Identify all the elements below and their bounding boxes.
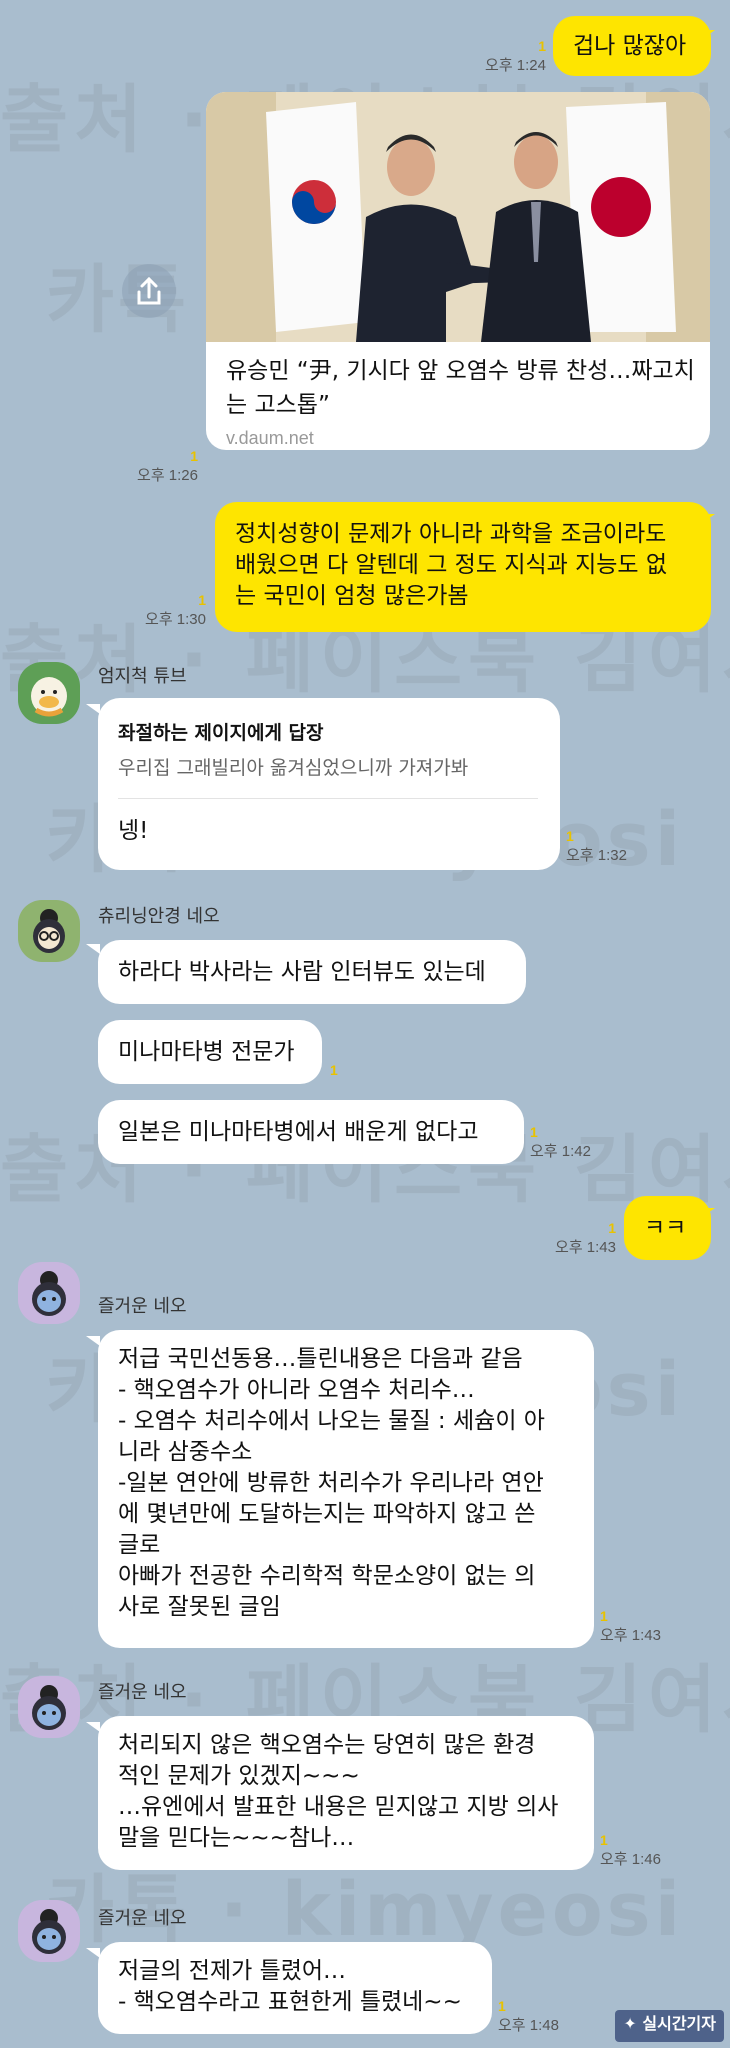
other-message-bubble[interactable]: 하라다 박사라는 사람 인터뷰도 있는데 xyxy=(98,940,526,1004)
message-line: 말을 믿다는~~~참나… xyxy=(118,1825,355,1851)
message-time: 오후 1:26 xyxy=(137,467,198,484)
message-meta: 1 오후 1:43 xyxy=(530,1220,616,1257)
message-time: 오후 1:48 xyxy=(498,2017,559,2034)
other-message-bubble[interactable]: 미나마타병 전문가 xyxy=(98,1020,322,1084)
unread-count: 1 xyxy=(608,1220,616,1236)
message-time: 오후 1:42 xyxy=(530,1143,591,1160)
message-time: 오후 1:43 xyxy=(555,1239,616,1256)
my-message-bubble[interactable]: 정치성향이 문제가 아니라 과학을 조금이라도 배웠으면 다 알텐데 그 정도 … xyxy=(215,502,711,632)
news-logo: ✦ 실시간기자 xyxy=(615,2010,724,2042)
message-meta: 1 오후 1:46 xyxy=(600,1832,680,1869)
message-meta: 1 오후 1:26 xyxy=(112,448,198,485)
message-line: 처리되지 않은 핵오염수는 당연히 많은 환경 xyxy=(118,1732,536,1758)
other-message-bubble[interactable]: 일본은 미나마타병에서 배운게 없다고 xyxy=(98,1100,524,1164)
unread-count: 1 xyxy=(198,592,206,608)
message-text: 하라다 박사라는 사람 인터뷰도 있는데 xyxy=(118,959,486,985)
news-photo xyxy=(206,92,710,342)
message-line: - 핵오염수가 아니라 오염수 처리수… xyxy=(118,1377,475,1403)
message-line: - 핵오염수라고 표현한게 틀렸네~~ xyxy=(118,1989,462,2015)
unread-count: 1 xyxy=(538,38,546,54)
message-line: …유엔에서 발표한 내용은 믿지않고 지방 의사 xyxy=(118,1794,559,1820)
bubble-tail xyxy=(86,944,100,954)
neo-avatar-icon xyxy=(32,1271,66,1316)
share-icon xyxy=(137,276,161,305)
avatar[interactable] xyxy=(18,900,80,962)
reply-divider xyxy=(118,798,538,799)
bubble-tail xyxy=(701,514,715,524)
message-meta: 1 오후 1:30 xyxy=(114,592,206,629)
avatar[interactable] xyxy=(18,1900,80,1962)
message-text: 넹! xyxy=(118,818,149,844)
sender-name: 엄지척 튜브 xyxy=(98,666,187,687)
unread-count: 1 xyxy=(600,1832,608,1848)
message-text: 일본은 미나마타병에서 배운게 없다고 xyxy=(118,1119,479,1145)
sender-name: 즐거운 네오 xyxy=(98,1682,187,1703)
logo-mark-icon: ✦ xyxy=(623,2014,637,2033)
sender-name: 즐거운 네오 xyxy=(98,1908,187,1929)
neo-avatar-icon xyxy=(32,1685,66,1730)
message-line: 배웠으면 다 알텐데 그 정도 지식과 지능도 없 xyxy=(235,552,668,578)
unread-count: 1 xyxy=(330,1062,338,1078)
message-time: 오후 1:24 xyxy=(485,57,546,74)
message-line: 저급 국민선동용…틀린내용은 다음과 같음 xyxy=(118,1346,523,1372)
message-time: 오후 1:43 xyxy=(600,1627,661,1644)
neo-glasses-avatar-icon xyxy=(33,909,65,953)
message-line: 글로 xyxy=(118,1532,161,1558)
avatar[interactable] xyxy=(18,1262,80,1324)
message-text: ㅋㅋ xyxy=(644,1215,687,1241)
reply-title: 좌절하는 제이지에게 답장 xyxy=(118,722,324,744)
link-domain: v.daum.net xyxy=(226,428,314,448)
avatar[interactable] xyxy=(18,662,80,724)
other-message-bubble[interactable]: 처리되지 않은 핵오염수는 당연히 많은 환경 적인 문제가 있겠지~~~ …유… xyxy=(98,1716,594,1870)
unread-count: 1 xyxy=(498,1998,506,2014)
sender-name: 츄리닝안경 네오 xyxy=(98,906,220,927)
message-line: 니라 삼중수소 xyxy=(118,1439,253,1465)
bubble-tail xyxy=(701,30,715,40)
sender-name: 즐거운 네오 xyxy=(98,1296,187,1317)
message-time: 오후 1:46 xyxy=(600,1851,661,1868)
unread-count: 1 xyxy=(566,828,574,844)
message-text: 겁나 많잖아 xyxy=(573,33,687,59)
tube-avatar-icon xyxy=(31,677,67,717)
message-meta: 1 xyxy=(330,1062,350,1078)
message-meta: 1 오후 1:24 xyxy=(460,38,546,75)
message-time: 오후 1:32 xyxy=(566,847,627,864)
message-line: 사로 잘못된 글임 xyxy=(118,1594,281,1620)
reply-quoted-text: 우리집 그래빌리아 옮겨심었으니까 가져가봐 xyxy=(118,757,469,779)
reply-message-bubble[interactable]: 좌절하는 제이지에게 답장 우리집 그래빌리아 옮겨심었으니까 가져가봐 넹! xyxy=(98,698,560,870)
unread-count: 1 xyxy=(600,1608,608,1624)
bubble-tail xyxy=(86,704,100,714)
message-line: -일본 연안에 방류한 처리수가 우리나라 연안 xyxy=(118,1470,544,1496)
message-line: 는 국민이 엄청 많은가봄 xyxy=(235,583,469,609)
other-message-bubble[interactable]: 저급 국민선동용…틀린내용은 다음과 같음 - 핵오염수가 아니라 오염수 처리… xyxy=(98,1330,594,1648)
avatar[interactable] xyxy=(18,1676,80,1738)
message-line: 저글의 전제가 틀렸어… xyxy=(118,1958,347,1984)
share-button[interactable] xyxy=(122,264,176,318)
bubble-tail xyxy=(701,1208,715,1218)
my-message-bubble[interactable]: ㅋㅋ xyxy=(624,1196,711,1260)
unread-count: 1 xyxy=(190,448,198,464)
logo-text: 실시간기자 xyxy=(642,2014,716,2033)
other-message-bubble[interactable]: 저글의 전제가 틀렸어… - 핵오염수라고 표현한게 틀렸네~~ xyxy=(98,1942,492,2034)
message-meta: 1 오후 1:43 xyxy=(600,1608,680,1645)
reply-quote-box[interactable]: 좌절하는 제이지에게 답장 우리집 그래빌리아 옮겨심었으니까 가져가봐 xyxy=(118,718,468,784)
bubble-tail xyxy=(86,1336,100,1346)
message-meta: 1 오후 1:32 xyxy=(566,828,636,865)
message-line: - 오염수 처리수에서 나오는 물질 : 세슘이 아 xyxy=(118,1408,545,1434)
bubble-tail xyxy=(86,1948,100,1958)
message-text: 미나마타병 전문가 xyxy=(118,1039,295,1065)
message-line: 에 몇년만에 도달하는지는 파악하지 않고 쓴 xyxy=(118,1501,536,1527)
neo-avatar-icon xyxy=(32,1909,66,1954)
my-message-bubble[interactable]: 겁나 많잖아 xyxy=(553,16,711,76)
link-preview-card[interactable]: 유승민 “尹, 기시다 앞 오염수 방류 찬성…짜고치는 고스톱” v.daum… xyxy=(206,92,710,450)
message-line: 정치성향이 문제가 아니라 과학을 조금이라도 xyxy=(235,521,667,547)
bubble-tail xyxy=(86,1722,100,1732)
message-time: 오후 1:30 xyxy=(145,611,206,628)
link-title: 유승민 “尹, 기시다 앞 오염수 방류 찬성…짜고치는 고스톱” xyxy=(226,358,695,418)
message-meta: 1 오후 1:42 xyxy=(530,1124,610,1161)
message-line: 적인 문제가 있겠지~~~ xyxy=(118,1763,360,1789)
unread-count: 1 xyxy=(530,1124,538,1140)
message-line: 아빠가 전공한 수리학적 학문소양이 없는 의 xyxy=(118,1563,536,1589)
message-meta: 1 오후 1:48 xyxy=(498,1998,578,2035)
